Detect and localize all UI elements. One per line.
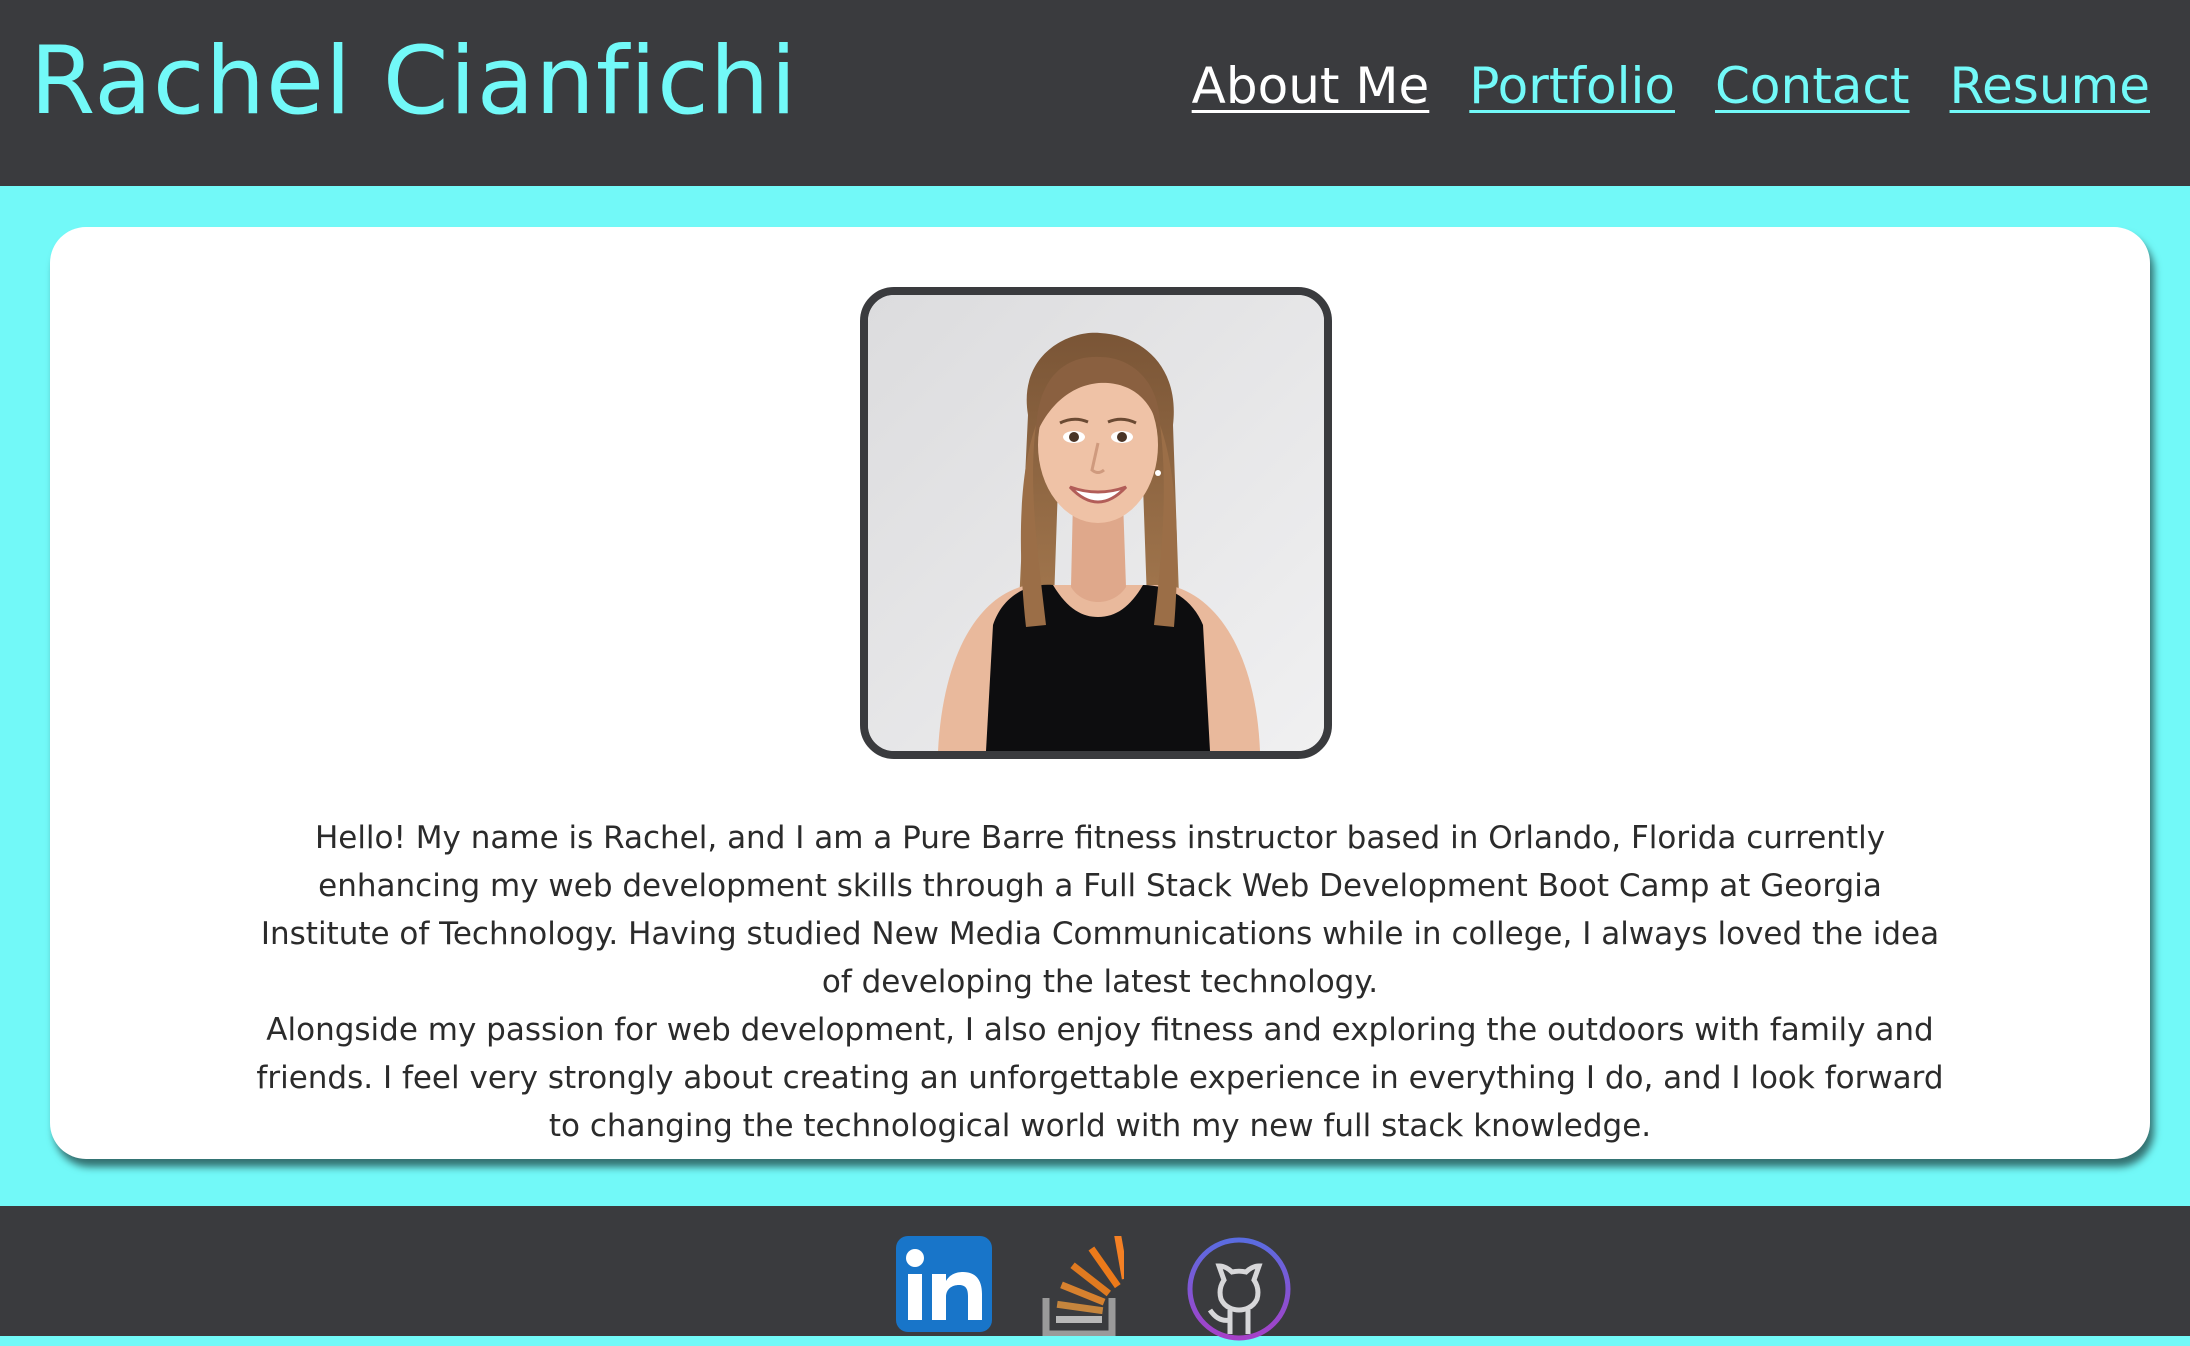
about-card: Hello! My name is Rachel, and I am a Pur…: [50, 227, 2150, 1159]
site-footer: [0, 1206, 2190, 1341]
site-title: Rachel Cianfichi: [30, 27, 798, 136]
nav-portfolio[interactable]: Portfolio: [1469, 52, 1675, 120]
nav-about-me[interactable]: About Me: [1192, 52, 1430, 120]
stackoverflow-icon[interactable]: [1042, 1234, 1129, 1340]
bio-paragraph-1: Hello! My name is Rachel, and I am a Pur…: [260, 820, 1940, 1000]
linkedin-icon[interactable]: [896, 1236, 992, 1336]
bio-paragraph-2: Alongside my passion for web development…: [256, 1012, 1944, 1144]
site-header: Rachel Cianfichi About Me Portfolio Cont…: [0, 0, 2190, 186]
nav-resume[interactable]: Resume: [1950, 52, 2150, 120]
nav-contact[interactable]: Contact: [1715, 52, 1910, 120]
profile-photo: [860, 287, 1332, 759]
main-nav: About Me Portfolio Contact Resume: [1192, 52, 2150, 120]
github-icon[interactable]: [1186, 1236, 1292, 1346]
